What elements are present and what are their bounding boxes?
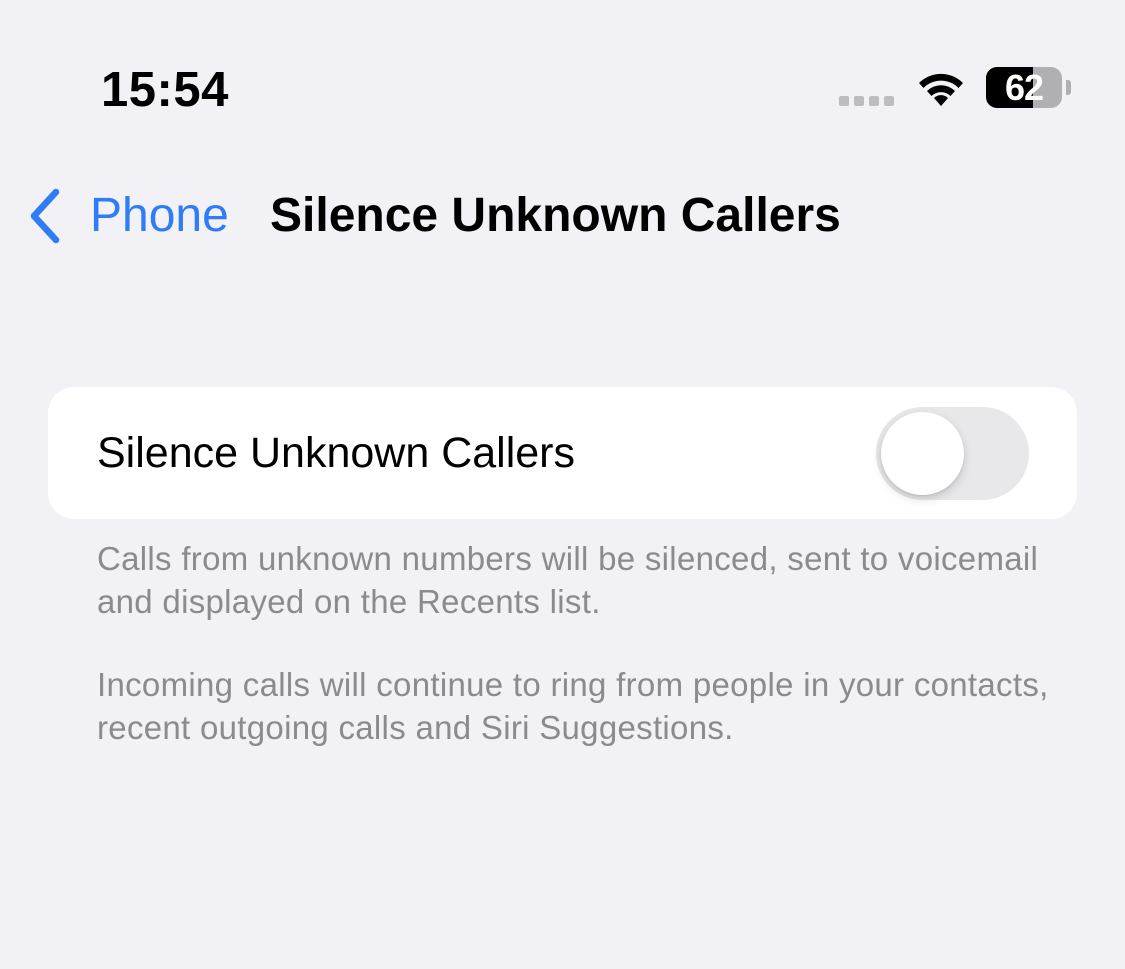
settings-card: Silence Unknown Callers	[48, 387, 1077, 519]
silence-unknown-callers-toggle[interactable]	[876, 407, 1029, 500]
footer-description-1: Calls from unknown numbers will be silen…	[97, 540, 1039, 620]
footer-description-2: Incoming calls will continue to ring fro…	[97, 666, 1049, 746]
toggle-knob	[881, 412, 964, 495]
status-time: 15:54	[101, 63, 229, 117]
signal-dots-icon	[839, 96, 894, 106]
battery-icon: 62	[986, 67, 1071, 108]
chevron-left-icon	[30, 188, 60, 244]
wifi-icon	[919, 73, 963, 106]
back-button[interactable]: Phone	[26, 186, 229, 246]
silence-unknown-callers-label: Silence Unknown Callers	[97, 429, 575, 477]
page-title: Silence Unknown Callers	[270, 189, 841, 242]
back-button-label: Phone	[90, 189, 229, 242]
battery-level: 62	[1004, 67, 1044, 108]
